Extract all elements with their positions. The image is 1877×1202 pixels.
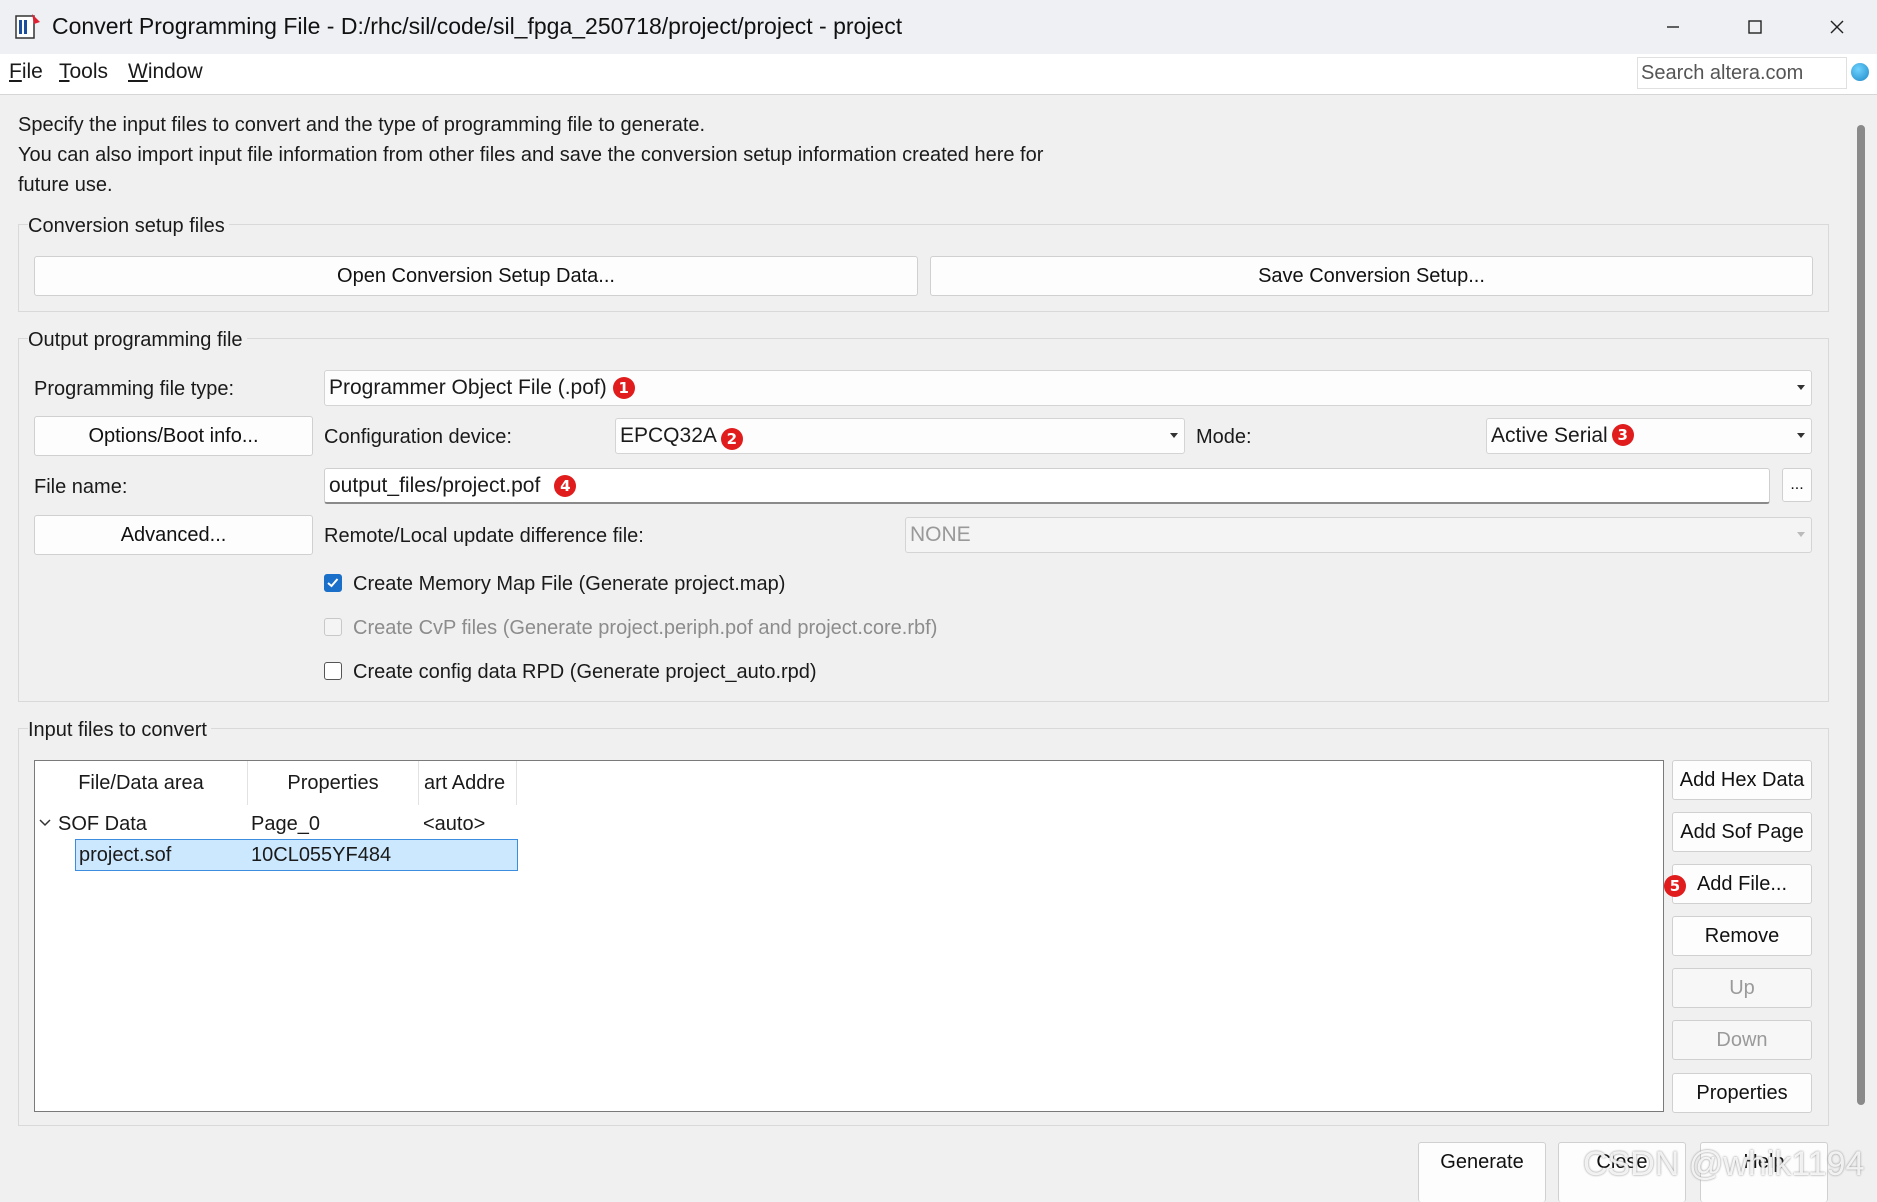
remote-local-label: Remote/Local update difference file: [324,525,644,547]
globe-icon[interactable] [1851,63,1869,81]
app-icon [15,14,40,39]
setup-group-label: Conversion setup files [28,215,229,238]
input-files-tree[interactable]: File/Data area Properties art Addre SOF … [34,760,1664,1112]
file-name-input[interactable]: output_files/project.pof 4 [324,468,1770,504]
annotation-badge-5: 5 [1664,875,1686,897]
intro-line-1: Specify the input files to convert and t… [18,114,706,136]
save-conversion-setup-button[interactable]: Save Conversion Setup... [930,256,1813,296]
column-header-start-address[interactable]: art Addre [419,761,517,805]
mode-select[interactable]: Active Serial 3 [1486,418,1812,454]
cvp-files-checkbox[interactable] [324,618,342,636]
annotation-badge-1: 1 [612,377,635,399]
chevron-down-icon[interactable] [39,817,51,829]
minimize-button[interactable] [1632,0,1714,54]
close-icon [1830,20,1844,34]
column-header-file[interactable]: File/Data area [35,761,248,805]
output-group-label: Output programming file [28,329,247,352]
advanced-button[interactable]: Advanced... [34,515,313,555]
column-header-properties[interactable]: Properties [248,761,419,805]
mode-label: Mode: [1196,426,1252,448]
add-sof-page-button[interactable]: Add Sof Page [1672,812,1812,852]
menu-window[interactable]: Window [128,60,203,84]
memory-map-label: Create Memory Map File (Generate project… [353,573,786,595]
config-rpd-label: Create config data RPD (Generate project… [353,661,817,683]
remove-button[interactable]: Remove [1672,916,1812,956]
cvp-files-label: Create CvP files (Generate project.perip… [353,617,938,639]
config-device-select[interactable]: EPCQ32A 2 [615,418,1185,454]
chevron-down-icon [1797,532,1805,537]
menu-file[interactable]: File [9,60,43,84]
intro-line-2: You can also import input file informati… [18,144,1044,166]
browse-button[interactable]: ... [1782,468,1812,502]
watermark: CSDN @whik1194 [1583,1145,1865,1183]
close-window-button[interactable] [1796,0,1877,54]
add-file-button[interactable]: Add File... [1672,864,1812,904]
remote-local-select[interactable]: NONE [905,517,1812,553]
options-boot-info-button[interactable]: Options/Boot info... [34,416,313,456]
tree-row[interactable]: SOF Data Page_0 <auto> [35,807,517,841]
chevron-down-icon [1797,385,1805,390]
annotation-badge-2: 2 [720,428,743,450]
intro-line-3: future use. [18,174,113,196]
config-device-label: Configuration device: [324,426,512,448]
chevron-down-icon [1170,433,1178,438]
config-rpd-checkbox[interactable] [324,662,342,680]
maximize-button[interactable] [1714,0,1796,54]
search-input[interactable]: Search altera.com [1637,57,1847,89]
scrollbar-thumb[interactable] [1857,125,1865,1105]
maximize-icon [1748,20,1762,34]
down-button[interactable]: Down [1672,1020,1812,1060]
add-hex-data-button[interactable]: Add Hex Data [1672,760,1812,800]
up-button[interactable]: Up [1672,968,1812,1008]
file-type-label: Programming file type: [34,378,235,400]
checkmark-icon [327,578,339,588]
properties-button[interactable]: Properties [1672,1073,1812,1113]
file-type-select[interactable]: Programmer Object File (.pof) 1 [324,370,1812,406]
minimize-icon [1667,26,1679,28]
menu-bar [0,54,1877,95]
open-conversion-setup-button[interactable]: Open Conversion Setup Data... [34,256,918,296]
window-title: Convert Programming File - D:/rhc/sil/co… [52,13,903,39]
memory-map-checkbox[interactable] [324,574,342,592]
annotation-badge-3: 3 [1611,424,1634,446]
annotation-badge-4: 4 [554,474,577,497]
chevron-down-icon [1797,433,1805,438]
file-name-label: File name: [34,476,128,498]
generate-button[interactable]: Generate [1418,1142,1546,1202]
input-group-label: Input files to convert [28,719,211,742]
menu-tools[interactable]: Tools [59,60,108,84]
tree-row-selected[interactable]: project.sof 10CL055YF484 [75,839,518,871]
title-bar: Convert Programming File - D:/rhc/sil/co… [0,0,1877,54]
